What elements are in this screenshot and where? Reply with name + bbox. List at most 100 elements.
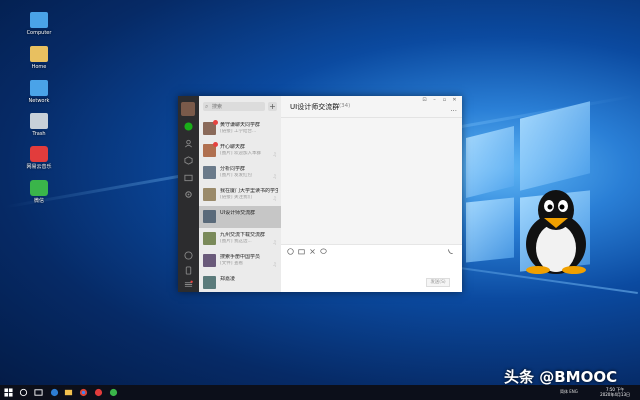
file-explorer-icon[interactable] <box>64 388 73 397</box>
chat-avatar <box>203 188 216 201</box>
desktop-icon-label: Computer <box>26 30 52 36</box>
edge-icon[interactable] <box>50 388 59 397</box>
conversation-panel: UI设计师交流群 (34) ⊡ – ▫ ✕ ··· 发送(S) <box>281 96 462 292</box>
chat-list-item[interactable]: 我在厦门大学里读书的学生 [链接] 关注我们 ♫ <box>199 184 281 206</box>
system-clock[interactable]: 7:50 下午 2020年4月13日 <box>600 387 630 397</box>
desktop-icon-label: Network <box>28 98 50 104</box>
wallpaper-window-pane <box>520 101 590 191</box>
chat-preview: [图片] 发发红包 <box>220 173 252 178</box>
conversation-header: UI设计师交流群 (34) ⊡ – ▫ ✕ ··· <box>281 96 462 118</box>
clock-date: 2020年4月13日 <box>600 392 630 397</box>
pin-window-button[interactable]: ⊡ <box>421 98 428 103</box>
mute-icon: ♫ <box>272 196 277 202</box>
member-count: (34) <box>339 103 351 109</box>
chat-preview: [图片] 我这边... <box>220 239 252 244</box>
message-area[interactable] <box>281 118 462 244</box>
wallpaper-window-pane <box>466 126 514 198</box>
desktop-icon-home[interactable]: Home <box>22 46 56 70</box>
chat-avatar <box>203 276 216 289</box>
contacts-icon[interactable] <box>184 139 193 148</box>
chat-preview: [链接] 工学结合... <box>220 129 257 134</box>
chat-name: 分析同学群 <box>220 166 246 172</box>
minimize-button[interactable]: – <box>431 98 438 103</box>
mute-icon: ♫ <box>272 152 277 158</box>
add-button[interactable]: + <box>268 102 277 111</box>
wechat-icon[interactable] <box>109 388 118 397</box>
wechat-sidebar <box>178 96 199 292</box>
more-button[interactable]: ··· <box>450 108 457 115</box>
chat-preview: [文件] 查看 <box>220 261 243 266</box>
chat-list-item[interactable]: 搜索手册中国学员 [文件] 查看 ♫ <box>199 250 281 272</box>
desktop-icon-wechat[interactable]: 微信 <box>22 180 56 204</box>
input-method-indicator[interactable]: 简体 ENG <box>560 389 578 395</box>
desktop-icon-label: 微信 <box>33 198 44 204</box>
message-input-area[interactable]: 发送(S) <box>281 244 462 292</box>
chat-avatar <box>203 210 216 223</box>
mute-icon: ♫ <box>272 262 277 268</box>
gear-icon[interactable] <box>184 190 193 199</box>
menu-icon[interactable] <box>184 280 193 289</box>
scissors-icon[interactable] <box>309 248 316 255</box>
chrome-icon[interactable] <box>79 388 88 397</box>
trash-icon <box>30 113 48 129</box>
netease-music-icon[interactable] <box>94 388 103 397</box>
chat-avatar <box>203 254 216 267</box>
chat-list-item[interactable]: 分析同学群 [图片] 发发红包 ♫ <box>199 162 281 184</box>
search-input[interactable] <box>212 102 264 111</box>
chat-list-item[interactable]: 郑嘉凌 <box>199 272 281 292</box>
maximize-button[interactable]: ▫ <box>441 98 448 103</box>
unread-badge <box>213 142 218 147</box>
desktop-icon-computer[interactable]: Computer <box>22 12 56 36</box>
desktop-icon-label: Home <box>31 64 47 70</box>
desktop-icon-network[interactable]: Network <box>22 80 56 104</box>
chat-icon[interactable] <box>184 122 193 131</box>
network-icon <box>30 80 48 96</box>
start-button[interactable] <box>4 388 13 397</box>
chat-preview: [链接] 关注我们 <box>220 195 252 200</box>
computer-icon <box>30 12 48 28</box>
desktop-icon-label: Trash <box>32 131 46 137</box>
netease-music-icon <box>30 146 48 162</box>
task-view-icon[interactable] <box>34 388 43 397</box>
chat-name: 我在厦门大学里读书的学生 <box>220 188 278 194</box>
search-icon: ⌕ <box>205 103 209 110</box>
cortana-icon[interactable] <box>19 388 28 397</box>
unread-badge <box>213 120 218 125</box>
chat-name: 郑嘉凌 <box>220 276 236 282</box>
mute-icon: ♫ <box>272 240 277 246</box>
wallpaper-window-pane <box>466 197 514 263</box>
phone-call-icon[interactable] <box>447 248 454 255</box>
chat-list-item-active[interactable]: UI设计师交流群 <box>199 206 281 228</box>
phone-icon[interactable] <box>184 266 193 275</box>
chat-name: 搜索手册中国学员 <box>220 254 261 260</box>
watermark: 头条 @BMOOC <box>504 368 618 386</box>
chat-avatar <box>203 232 216 245</box>
chat-list-item[interactable]: 黄守谦聊天同学群 [链接] 工学结合... <box>199 118 281 140</box>
chat-list-panel: ⌕ + 黄守谦聊天同学群 [链接] 工学结合... 开心聊天群 [图片] 欢迎加… <box>199 96 281 292</box>
mute-icon: ♫ <box>272 174 277 180</box>
wechat-window: ⌕ + 黄守谦聊天同学群 [链接] 工学结合... 开心聊天群 [图片] 欢迎加… <box>178 96 462 292</box>
moments-icon[interactable] <box>184 251 193 260</box>
avatar[interactable] <box>181 102 195 116</box>
chat-list-item[interactable]: 九州交流下载交流群 [图片] 我这边... ♫ <box>199 228 281 250</box>
linux-penguin-icon <box>526 190 586 274</box>
chat-history-icon[interactable] <box>320 248 327 255</box>
conversation-title: UI设计师交流群 <box>290 103 340 111</box>
chat-list-item[interactable]: 开心聊天群 [图片] 欢迎加入本群 ♫ <box>199 140 281 162</box>
chat-name: 黄守谦聊天同学群 <box>220 122 261 128</box>
search-box[interactable]: ⌕ <box>203 102 265 111</box>
chat-name: UI设计师交流群 <box>220 210 256 216</box>
desktop-icon-netease-music[interactable]: 网易云音乐 <box>22 146 56 170</box>
wechat-icon <box>30 180 48 196</box>
chat-preview: [图片] 欢迎加入本群 <box>220 151 261 156</box>
send-button[interactable]: 发送(S) <box>426 278 450 287</box>
folder-icon[interactable] <box>184 173 193 182</box>
collection-icon[interactable] <box>184 156 193 165</box>
chat-name: 开心聊天群 <box>220 144 246 150</box>
desktop-icon-trash[interactable]: Trash <box>22 113 56 137</box>
close-button[interactable]: ✕ <box>451 98 458 103</box>
chat-avatar <box>203 166 216 179</box>
file-icon[interactable] <box>298 248 305 255</box>
folder-icon <box>30 46 48 62</box>
emoji-icon[interactable] <box>287 248 294 255</box>
